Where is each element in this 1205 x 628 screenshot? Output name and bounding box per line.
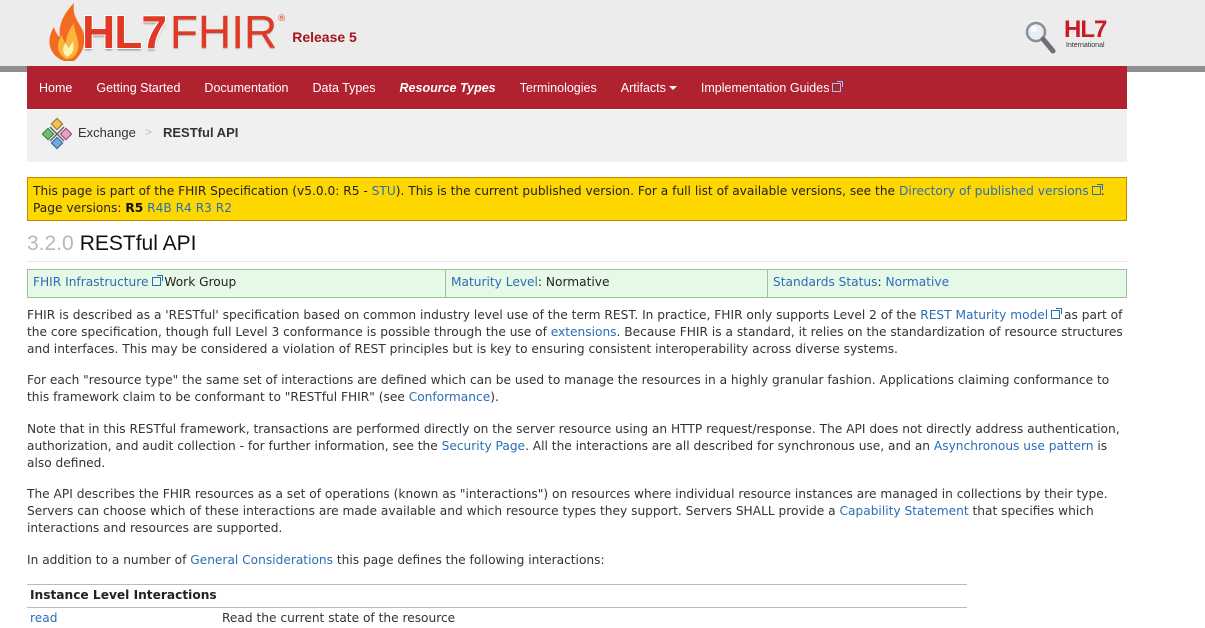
interactions-intro-paragraph: In addition to a number of General Consi… [27, 552, 1127, 569]
capability-statement-link[interactable]: Capability Statement [840, 504, 969, 518]
maturity-value: : Normative [537, 275, 610, 289]
nav-implementation-guides-label: Implementation Guides [700, 80, 830, 95]
logo-hl7-text: HL7 [82, 6, 167, 58]
page-version-r4[interactable]: R4 [176, 201, 192, 215]
nav-data-types[interactable]: Data Types [313, 81, 376, 95]
exchange-icon [41, 118, 73, 150]
work-group-link[interactable]: FHIR Infrastructure [33, 275, 163, 289]
directory-link[interactable]: Directory of published versions [898, 184, 1103, 198]
nav-artifacts[interactable]: Artifacts [621, 81, 677, 95]
security-page-link[interactable]: Security Page [442, 439, 525, 453]
interactions-table-header: Instance Level Interactions [27, 584, 967, 608]
breadcrumb-exchange[interactable]: Exchange [78, 125, 136, 140]
page-version-r4b[interactable]: R4B [147, 201, 172, 215]
hl7-logo-subtext: International [1066, 42, 1105, 49]
external-link-icon [1051, 308, 1063, 319]
registered-mark: ® [277, 14, 287, 24]
work-group-link-label: FHIR Infrastructure [33, 275, 149, 289]
main-nav: Home Getting Started Documentation Data … [27, 66, 1127, 109]
nav-resource-types[interactable]: Resource Types [400, 81, 496, 95]
p2-text-a: For each "resource type" the same set of… [27, 373, 1110, 404]
page-version-r3[interactable]: R3 [196, 201, 212, 215]
table-row: read Read the current state of the resou… [27, 608, 967, 628]
resource-type-paragraph: For each "resource type" the same set of… [27, 372, 1127, 406]
intro-paragraph: FHIR is described as a 'RESTful' specifi… [27, 307, 1127, 358]
stu-link[interactable]: STU [372, 184, 396, 198]
standards-status-link[interactable]: Standards Status [773, 275, 878, 289]
hl7-logo-text: HL7 [1064, 16, 1107, 43]
work-group-cell: FHIR Infrastructure Work Group [28, 270, 446, 297]
breadcrumb: Exchange > RESTful API [27, 110, 1127, 162]
fhir-logo[interactable]: HL7 FHIR ® Release 5 [44, 0, 357, 64]
read-interaction-link[interactable]: read [30, 611, 222, 625]
page-title: 3.2.0 RESTful API [27, 232, 196, 256]
notice-text-2: ). This is the current published version… [395, 184, 899, 198]
logo-fhir-text: FHIR [169, 6, 278, 58]
rest-maturity-link[interactable]: REST Maturity model [920, 308, 1063, 322]
standards-status-cell: Standards Status: Normative [768, 270, 1126, 297]
conformance-link[interactable]: Conformance [409, 390, 491, 404]
rest-maturity-link-label: REST Maturity model [920, 308, 1049, 322]
search-icon[interactable] [1024, 20, 1056, 54]
breadcrumb-separator: > [145, 125, 153, 139]
p1-text-a: FHIR is described as a 'RESTful' specifi… [27, 308, 921, 322]
nav-getting-started[interactable]: Getting Started [96, 81, 180, 95]
notice-text-1: This page is part of the FHIR Specificat… [33, 184, 372, 198]
p2-text-b: ). [490, 390, 499, 404]
nav-artifacts-label: Artifacts [620, 80, 666, 95]
api-paragraph: The API describes the FHIR resources as … [27, 486, 1127, 537]
nav-terminologies[interactable]: Terminologies [520, 81, 597, 95]
maturity-cell: Maturity Level: Normative [446, 270, 768, 297]
nav-implementation-guides[interactable]: Implementation Guides [700, 80, 844, 95]
read-interaction-desc: Read the current state of the resource [222, 611, 456, 625]
nav-home[interactable]: Home [39, 81, 72, 95]
title-divider [27, 261, 1127, 262]
version-notice: This page is part of the FHIR Specificat… [27, 177, 1127, 221]
directory-link-label: Directory of published versions [898, 184, 1089, 198]
general-considerations-link[interactable]: General Considerations [190, 553, 333, 567]
page-version-current: R5 [125, 201, 144, 215]
extensions-link[interactable]: extensions [551, 325, 617, 339]
work-group-suffix: Work Group [160, 275, 237, 289]
breadcrumb-current: RESTful API [163, 125, 239, 140]
interactions-table: Instance Level Interactions read Read th… [27, 584, 967, 628]
release-label: Release 5 [292, 29, 357, 45]
page-versions-label: Page versions: [33, 201, 126, 215]
page-title-text: RESTful API [79, 232, 197, 255]
standards-status-sep: : [877, 275, 886, 289]
p3-text-b: . All the interactions are all described… [525, 439, 934, 453]
page-version-r2[interactable]: R2 [216, 201, 232, 215]
hl7-international-logo[interactable]: HL7 International [1064, 18, 1122, 54]
section-number: 3.2.0 [27, 232, 74, 255]
async-pattern-link[interactable]: Asynchronous use pattern [934, 439, 1094, 453]
external-link-icon [151, 275, 163, 286]
maturity-level-link[interactable]: Maturity Level [451, 275, 538, 289]
security-paragraph: Note that in this RESTful framework, tra… [27, 421, 1127, 472]
external-link-icon [832, 80, 844, 92]
external-link-icon [1091, 184, 1103, 195]
p5-text-a: In addition to a number of [27, 553, 191, 567]
standards-status-value-link[interactable]: Normative [886, 275, 950, 289]
p5-text-b: this page defines the following interact… [333, 553, 605, 567]
nav-documentation[interactable]: Documentation [204, 81, 288, 95]
caret-down-icon [668, 86, 677, 91]
status-table: FHIR Infrastructure Work Group Maturity … [27, 269, 1127, 298]
